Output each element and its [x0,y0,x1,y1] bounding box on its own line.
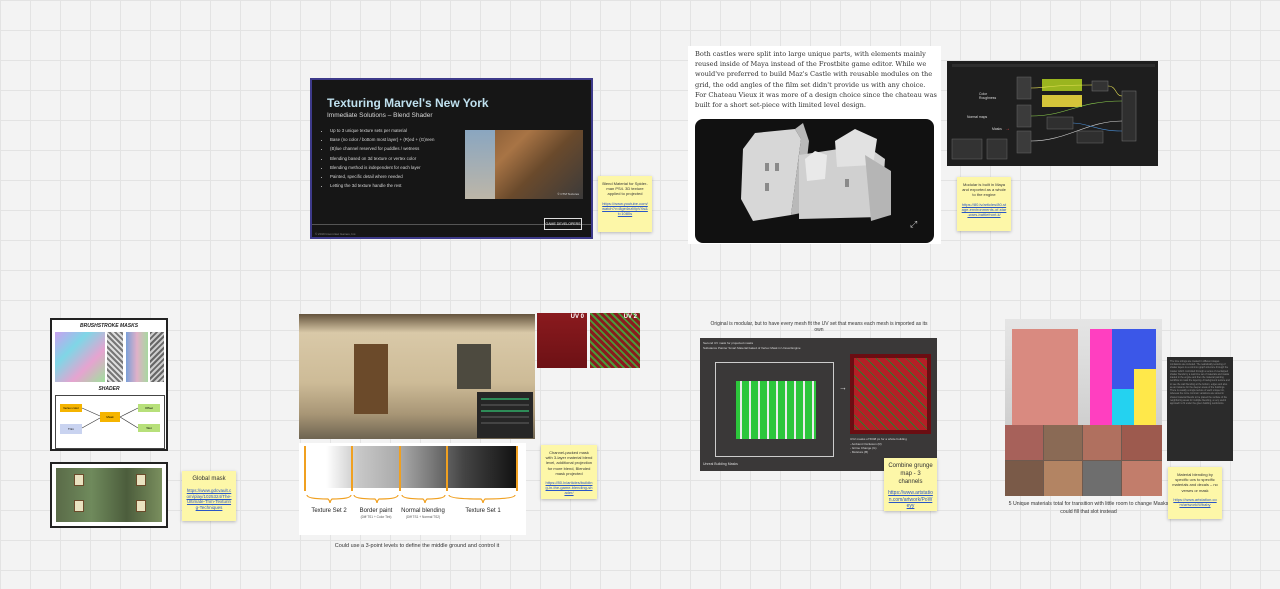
blend-gradient-diagram[interactable]: Texture Set 2 Border paint (Diff TS1 + Co… [299,443,526,535]
building-material-ids [1090,329,1156,425]
node-label-color: Color Roughness [979,92,997,100]
note-link[interactable]: https://80.lv/articles/80-stage-environm… [961,202,1007,218]
unreal-building-masks-image[interactable]: Second UV mask for projected masks Subst… [700,338,937,471]
building-textured [1012,329,1078,425]
stone-house-photo[interactable] [299,314,535,439]
note-text: Blend Material for Spider-man PS4. 3D te… [602,181,648,197]
slide-bullet: Painted, specific detail where needed [330,174,434,179]
brush-mask-texture [55,332,105,382]
house-door [354,344,388,414]
sticky-note-combine-grunge[interactable]: Combine grunge map - 3 channels https://… [884,458,937,511]
capture-line: Substance Painter Smart Material baked o… [703,346,801,350]
node-label-masks: Masks [992,127,1002,131]
castle-model-render [741,123,891,221]
uv2-label: UV 2 [623,314,637,320]
sticky-note-channel-mask[interactable]: Channel-packed mask with 3-layer materia… [541,445,597,499]
gradient-caption: Could use a 3-point levels to define the… [334,543,500,549]
brushstroke-masks-image[interactable]: BRUSHSTROKE MASKS SHADER Vertex color Tr… [50,318,168,451]
uv0-panel: UV 0 [537,313,587,368]
slide-bullet: (B)lue channel reserved for puddles / we… [330,146,434,151]
uv2-panel: UV 2 [590,313,640,368]
note-text: Global mask [192,476,226,482]
house-window [457,344,491,389]
slide-bullet-list: Up to 3 unique texture sets per material… [320,128,434,192]
shader-node-graph[interactable]: Color Roughness Normal maps Masks → [947,61,1158,166]
note-text: Channel-packed mask with 3-layer materia… [545,450,593,476]
venice-buildings-image[interactable] [1005,319,1162,496]
brush-title: BRUSHSTROKE MASKS [79,323,139,329]
uv-panels[interactable]: UV 0 UV 2 [537,313,641,368]
gradient-label: Border paint (Diff TS1 + Color Tint) [359,508,393,520]
article-paragraph: Both castles were split into large uniqu… [695,50,937,110]
note-link[interactable]: https://www.artstation.com/artwork/PoWey… [888,490,933,510]
article-card[interactable]: Both castles were split into large uniqu… [688,46,941,244]
brush-mask-texture [107,332,123,382]
arrow-right-icon: → [839,383,847,392]
slide-bullet: Base (no color / bottom most layer) + (R… [330,137,434,142]
slide-title: Texturing Marvel's New York [327,96,489,110]
shader-connectors [81,407,139,429]
slide-building-photo: © CTM Textures [465,130,583,199]
slide-texturing-marvels[interactable]: Texturing Marvel's New York Immediate So… [310,78,593,239]
uv-map-thumbnail [850,354,931,434]
note-text: Material blending by specific uvs to spe… [1172,472,1218,493]
uv0-label: UV 0 [570,314,584,320]
capture-frame [715,362,834,457]
capture-caption: Original is modular, but to have every m… [710,321,928,333]
capture-line: Second UV mask for projected masks [703,341,754,345]
capture-line: UV2 masks of 5048 px for a whole buildin… [850,437,907,441]
sticky-note-global-mask[interactable]: Global mask https://www.gdcvault.com/pla… [182,471,236,521]
expand-icon[interactable]: ⤢ [910,219,917,230]
buildings-caption: 5 Unique materials total for transition … [1008,501,1169,515]
note-text: Combine grunge map - 3 channels [888,463,933,485]
dark-text-note[interactable]: The time strings are created in differen… [1167,357,1233,461]
node-label-normal: Normal maps [967,115,988,119]
gradient-label: Texture Set 2 [311,508,347,514]
note-text: Modular is built in Maya and exported as… [962,182,1006,198]
slide-bullet: Blending method is independent for each … [330,165,434,170]
note-link[interactable]: https://80.lv/articles/building-in-the-g… [545,480,593,496]
capture-line: - Moisture (B) [850,450,869,454]
sticky-note-modular[interactable]: Modular is built in Maya and exported as… [957,177,1011,231]
gradient-label: Texture Set 1 [465,508,501,514]
slide-subtitle: Immediate Solutions – Blend Shader [327,112,433,119]
red-arrow-icon: → [1005,126,1010,132]
material-tiles [1005,425,1162,496]
dark-note-text: The time strings are created in differen… [1170,360,1230,406]
wall-texture [56,468,162,522]
node-graph-canvas [951,64,1155,160]
gradient-markers [304,446,518,504]
capture-footer: Unreal Building Masks [703,462,738,466]
sticky-note-blend-material[interactable]: Blend Material for Spider-man PS4. 3D te… [598,176,652,232]
note-link[interactable]: https://www.artstation.com/artwork/Wbaby [1172,497,1218,507]
note-link[interactable]: https://www.gdcvault.com/play/1025324/Th… [186,488,232,511]
sticky-note-material-blending[interactable]: Material blending by specific uvs to spe… [1168,467,1222,519]
brush-mask-texture [126,332,148,382]
note-link[interactable]: https://www.youtube.com/watch?v=8ge4nzMp… [602,201,648,217]
castle-3d-viewer[interactable] [695,119,934,243]
photo-credit: © CTM Textures [557,192,579,196]
brush-wall-image[interactable] [50,462,168,528]
slide-bullet: Blending based on 3d texture or vertex c… [330,156,434,161]
shader-diagram: Vertex color Trim Mask Offset Wet [55,395,165,449]
gradient-label: Normal blending (Diff TS1 + Normal TS2) [401,508,445,520]
brush-mask-texture [150,332,164,382]
gdc-logo: GAME DEVELOPERS [544,218,582,230]
shader-title: SHADER [98,386,120,392]
editor-panel[interactable] [477,392,533,438]
slide-copyright: © 2019 Insomniac Games, Inc. [315,232,357,236]
slide-bullet: Letting the 3d texture handle the rest [330,183,434,188]
slide-bullet: Up to 3 unique texture sets per material [330,128,434,133]
